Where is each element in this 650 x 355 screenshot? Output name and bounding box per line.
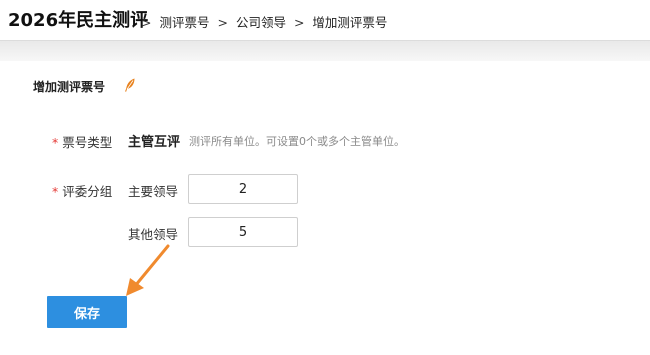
ticket-type-value: 主管互评 xyxy=(128,135,181,150)
breadcrumb-separator: > xyxy=(293,15,305,30)
header-shadow-band xyxy=(0,41,650,61)
section-title: 增加测评票号 xyxy=(33,80,106,94)
main-leaders-label: 主要领导 xyxy=(128,184,179,199)
save-button[interactable]: 保存 xyxy=(47,296,127,328)
page-title: 2026年民主测评 xyxy=(8,10,149,31)
breadcrumb-item-company-leaders[interactable]: 公司领导 xyxy=(236,15,286,30)
other-leaders-label: 其他领导 xyxy=(128,227,179,242)
feather-icon xyxy=(125,78,135,92)
breadcrumb: > 测评票号 > 公司领导 > 增加测评票号 xyxy=(137,12,387,31)
top-header: 2026年民主测评 > 测评票号 > 公司领导 > 增加测评票号 xyxy=(0,0,650,41)
required-mark: * xyxy=(52,135,59,150)
ticket-type-label: * 票号类型 xyxy=(52,132,112,151)
breadcrumb-item-add-ticket: 增加测评票号 xyxy=(312,15,388,30)
committee-group-label-text: 评委分组 xyxy=(62,184,113,199)
other-leaders-input[interactable] xyxy=(188,217,298,247)
ticket-type-hint: 测评所有单位。可设置0个或多个主管单位。 xyxy=(189,135,405,148)
committee-group-label: * 评委分组 xyxy=(52,181,112,200)
required-mark: * xyxy=(52,184,59,199)
breadcrumb-item-ticket-number[interactable]: 测评票号 xyxy=(159,15,209,30)
breadcrumb-separator: > xyxy=(141,15,152,30)
main-leaders-input[interactable] xyxy=(188,174,298,204)
ticket-type-label-text: 票号类型 xyxy=(62,135,113,150)
breadcrumb-separator: > xyxy=(217,15,228,30)
